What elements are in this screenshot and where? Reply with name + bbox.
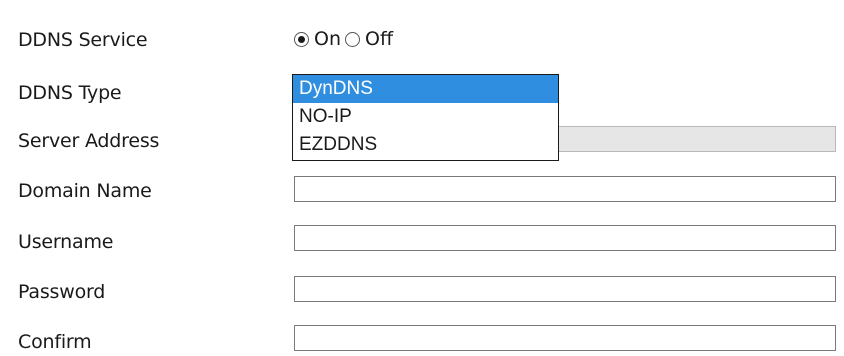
domain-name-input[interactable] bbox=[294, 176, 836, 202]
radio-unchecked-icon[interactable] bbox=[345, 31, 360, 47]
ddns-type-dropdown-list[interactable]: DynDNS NO-IP EZDDNS bbox=[292, 74, 559, 161]
username-input[interactable] bbox=[294, 225, 836, 251]
ddns-type-option-ezddns[interactable]: EZDDNS bbox=[293, 131, 558, 159]
domain-name-label: Domain Name bbox=[18, 180, 152, 202]
ddns-settings-form: DDNS Service On Off DDNS Type DynDNS NO-… bbox=[0, 0, 844, 356]
ddns-service-label: DDNS Service bbox=[18, 29, 148, 51]
password-label: Password bbox=[18, 281, 106, 303]
server-address-label: Server Address bbox=[18, 130, 160, 152]
password-input[interactable] bbox=[294, 276, 836, 302]
radio-dot-icon bbox=[298, 35, 305, 43]
confirm-password-input[interactable] bbox=[294, 325, 836, 351]
ddns-service-off-radio[interactable]: Off bbox=[345, 28, 397, 50]
confirm-label: Confirm bbox=[18, 331, 92, 353]
radio-checked-icon[interactable] bbox=[294, 31, 309, 47]
ddns-service-off-label[interactable]: Off bbox=[365, 28, 393, 50]
ddns-type-option-dyndns[interactable]: DynDNS bbox=[293, 75, 558, 103]
username-label: Username bbox=[18, 231, 114, 253]
ddns-service-radio-group: On Off bbox=[294, 27, 397, 51]
ddns-type-label: DDNS Type bbox=[18, 82, 122, 104]
ddns-type-option-noip[interactable]: NO-IP bbox=[293, 103, 558, 131]
ddns-service-on-radio[interactable]: On bbox=[294, 28, 345, 50]
ddns-service-on-label[interactable]: On bbox=[314, 28, 341, 50]
